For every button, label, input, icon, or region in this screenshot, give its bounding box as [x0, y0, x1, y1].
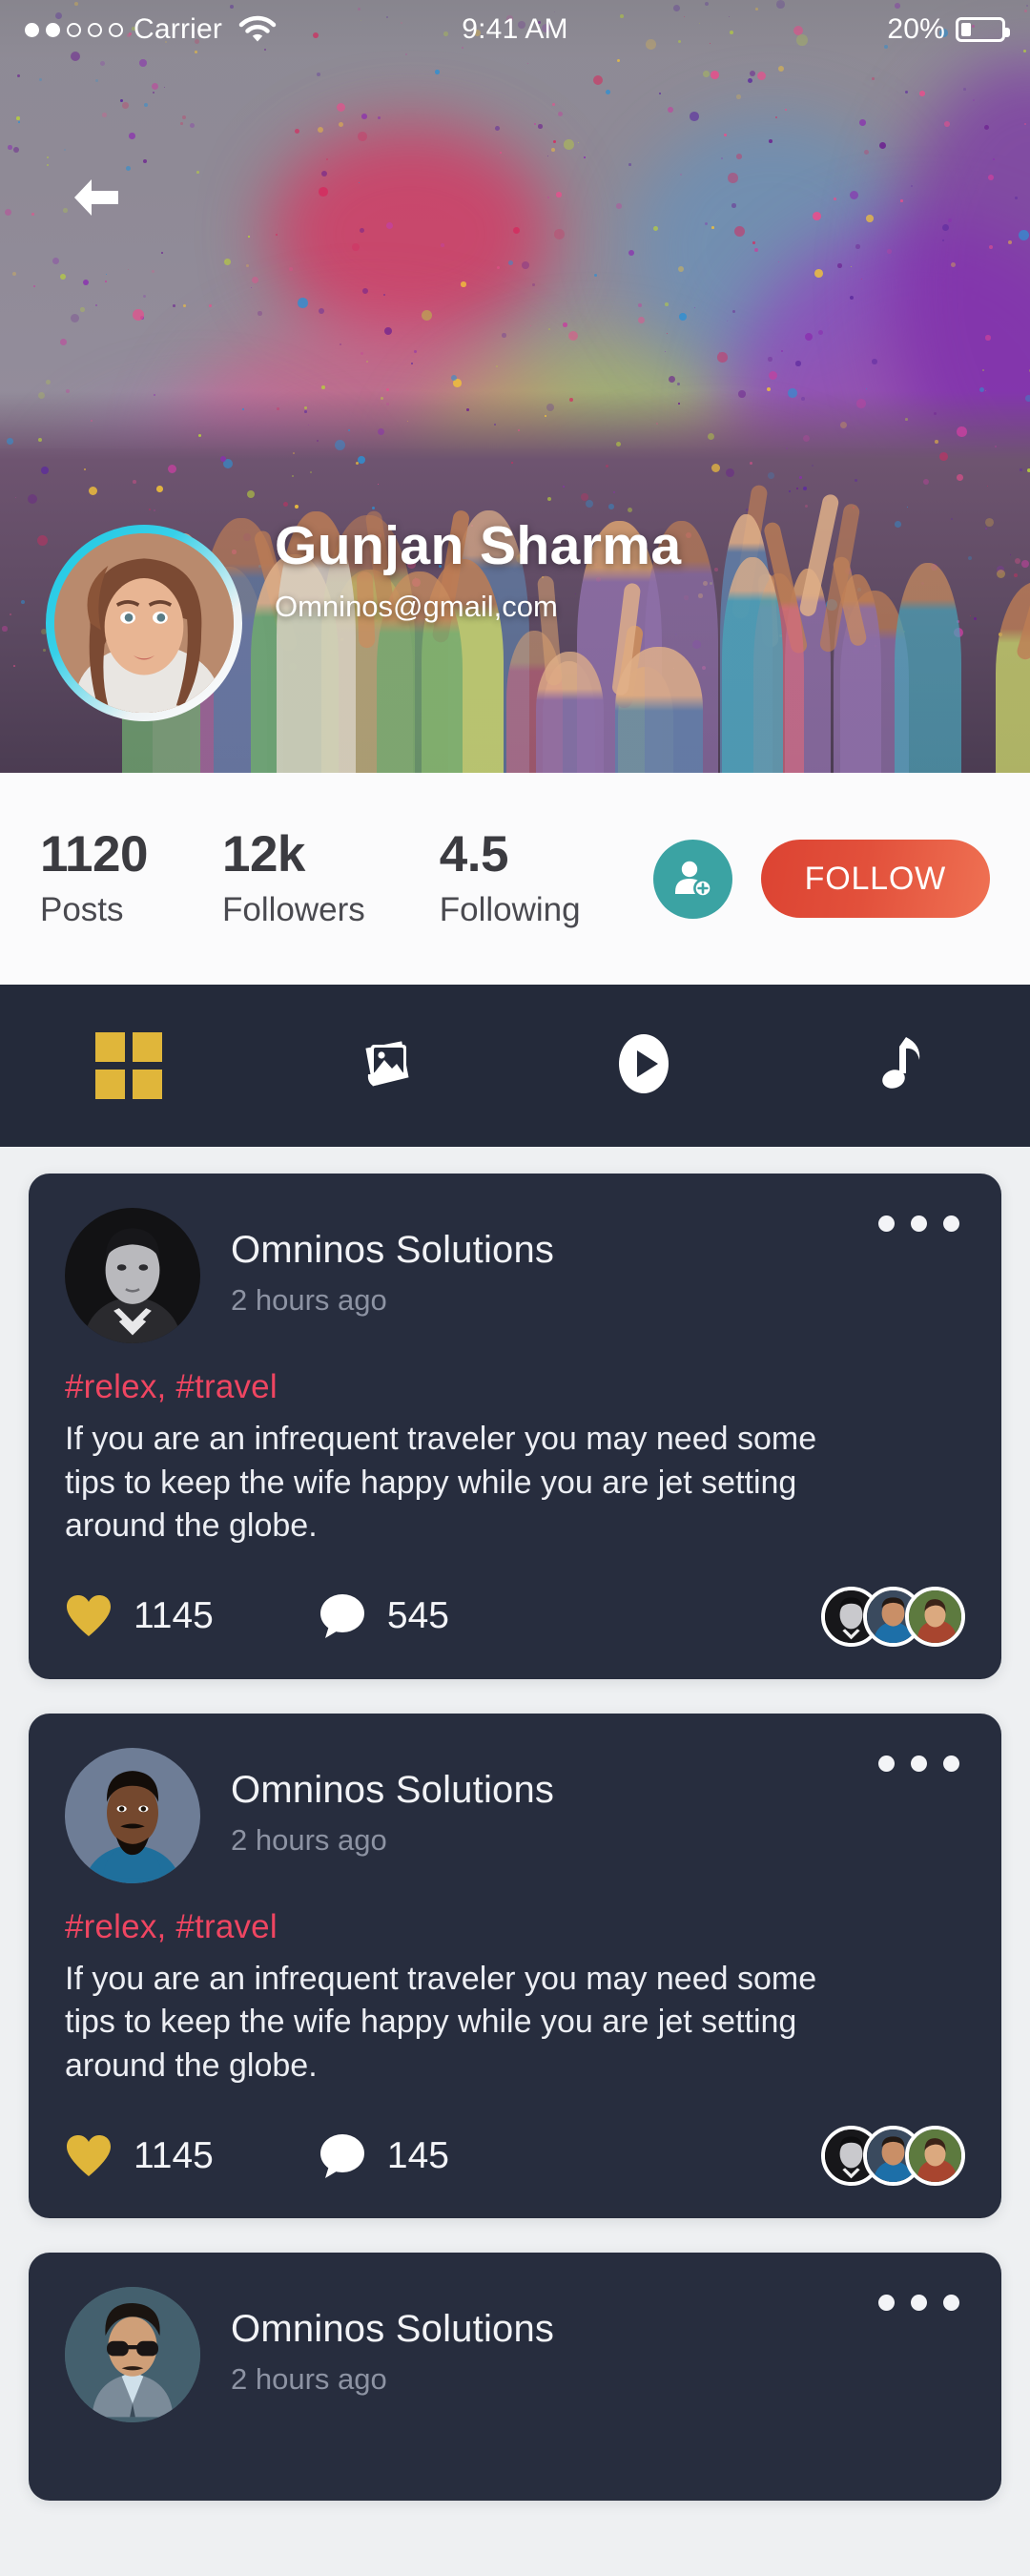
- stat-following-value: 4.5: [440, 828, 581, 882]
- more-options-icon[interactable]: [878, 1215, 959, 1232]
- post-card[interactable]: Omninos Solutions 2 hours ago: [29, 2253, 1001, 2501]
- post-author-avatar[interactable]: [65, 1208, 200, 1343]
- cover-header: Carrier 9:41 AM 20% Gunjan Sharma Omnino…: [0, 0, 1030, 773]
- post-author-name: Omninos Solutions: [231, 1769, 554, 1812]
- post-body-text: If you are an infrequent traveler you ma…: [65, 1418, 818, 1548]
- liker-avatar: [905, 2126, 965, 2186]
- post-card[interactable]: Omninos Solutions 2 hours ago #relex, #t…: [29, 1714, 1001, 2219]
- comment-bubble-icon: [319, 1593, 366, 1639]
- content-tab-bar: [0, 985, 1030, 1147]
- like-count: 1145: [134, 2135, 214, 2177]
- profile-identity: Gunjan Sharma Omninos@gmail,com: [0, 519, 1030, 677]
- post-hashtags[interactable]: #relex, #travel: [65, 1368, 965, 1406]
- post-timestamp: 2 hours ago: [231, 2362, 554, 2397]
- comment-bubble-icon: [319, 2133, 366, 2179]
- status-time: 9:41 AM: [0, 13, 1030, 46]
- profile-screen: Carrier 9:41 AM 20% Gunjan Sharma Omnino…: [0, 0, 1030, 2576]
- profile-actions: FOLLOW: [653, 840, 990, 919]
- post-timestamp: 2 hours ago: [231, 1823, 554, 1858]
- comment-count: 145: [387, 2135, 449, 2177]
- photo-icon: [353, 1030, 420, 1102]
- play-icon: [609, 1029, 678, 1103]
- stat-posts[interactable]: 1120 Posts: [40, 828, 148, 929]
- post-author-name: Omninos Solutions: [231, 2308, 554, 2351]
- profile-stats-bar: 1120 Posts 12k Followers 4.5 Following F…: [0, 773, 1030, 985]
- stat-following[interactable]: 4.5 Following: [440, 828, 581, 929]
- heart-icon: [65, 2134, 113, 2178]
- heart-icon: [65, 1594, 113, 1638]
- grid-icon: [95, 1032, 162, 1099]
- music-note-icon: [870, 1029, 933, 1103]
- add-person-icon: [670, 856, 714, 903]
- stat-posts-label: Posts: [40, 891, 148, 929]
- more-options-icon[interactable]: [878, 1755, 959, 1772]
- tab-videos[interactable]: [515, 985, 772, 1147]
- stat-posts-value: 1120: [40, 828, 148, 882]
- post-timestamp: 2 hours ago: [231, 1283, 554, 1318]
- like-count: 1145: [134, 1595, 214, 1637]
- stat-followers-value: 12k: [222, 828, 365, 882]
- like-button[interactable]: 1145: [65, 2134, 214, 2178]
- stat-followers-label: Followers: [222, 891, 365, 929]
- comment-button[interactable]: 545: [319, 1593, 449, 1639]
- tab-grid[interactable]: [0, 985, 258, 1147]
- post-card[interactable]: Omninos Solutions 2 hours ago #relex, #t…: [29, 1174, 1001, 1679]
- page-title: Gunjan Sharma: [275, 519, 681, 573]
- liker-avatars[interactable]: [821, 1587, 965, 1647]
- follow-button[interactable]: FOLLOW: [761, 840, 990, 918]
- post-author-avatar[interactable]: [65, 2287, 200, 2422]
- post-hashtags[interactable]: #relex, #travel: [65, 1908, 965, 1946]
- tab-music[interactable]: [772, 985, 1030, 1147]
- tab-photos[interactable]: [258, 985, 515, 1147]
- liker-avatars[interactable]: [821, 2126, 965, 2186]
- comment-button[interactable]: 145: [319, 2133, 449, 2179]
- stat-following-label: Following: [440, 891, 581, 929]
- comment-count: 545: [387, 1595, 449, 1637]
- add-friend-button[interactable]: [653, 840, 732, 919]
- avatar-image: [54, 533, 234, 713]
- like-button[interactable]: 1145: [65, 1594, 214, 1638]
- profile-email: Omninos@gmail,com: [275, 590, 681, 624]
- avatar[interactable]: [46, 525, 242, 721]
- battery-icon: [956, 17, 1005, 42]
- liker-avatar: [905, 1587, 965, 1647]
- post-author-avatar[interactable]: [65, 1748, 200, 1883]
- status-bar: Carrier 9:41 AM 20%: [0, 0, 1030, 59]
- more-options-icon[interactable]: [878, 2295, 959, 2311]
- post-author-name: Omninos Solutions: [231, 1229, 554, 1272]
- back-button[interactable]: [59, 160, 134, 235]
- battery-percent-label: 20%: [887, 13, 945, 46]
- post-body-text: If you are an infrequent traveler you ma…: [65, 1958, 818, 2088]
- stat-followers[interactable]: 12k Followers: [222, 828, 365, 929]
- posts-feed: Omninos Solutions 2 hours ago #relex, #t…: [0, 1147, 1030, 2501]
